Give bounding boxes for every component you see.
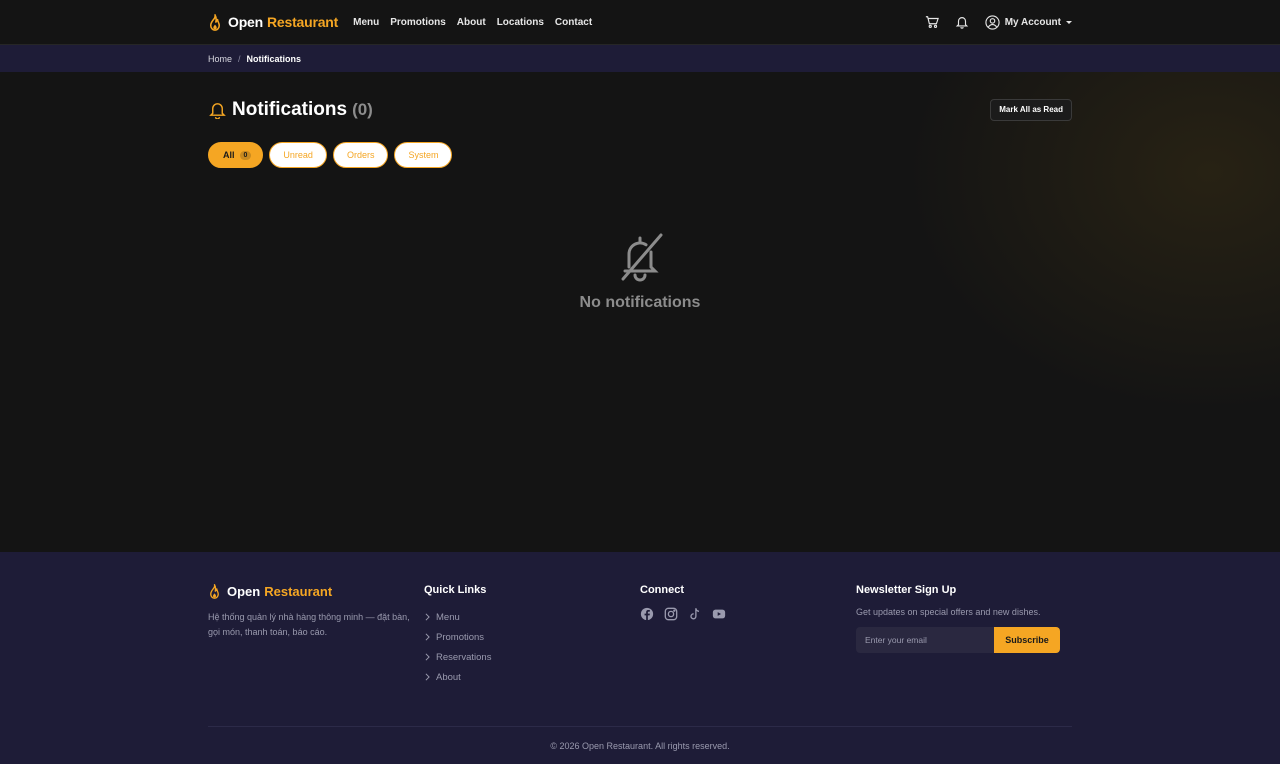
- user-circle-icon: [985, 14, 1000, 30]
- footer-link-label: Promotions: [436, 631, 485, 643]
- flame-icon: [210, 584, 219, 599]
- account-menu[interactable]: My Account: [985, 14, 1072, 30]
- footer-link-about[interactable]: About: [424, 667, 640, 687]
- tab-all[interactable]: All 0: [208, 142, 264, 168]
- social-links: [640, 607, 856, 621]
- footer-link-label: Reservations: [436, 651, 492, 663]
- tab-label: All: [223, 150, 235, 160]
- quick-links-list: Menu Promotions Reservations About: [424, 607, 640, 687]
- footer-description: Hệ thống quản lý nhà hàng thông minh — đ…: [208, 612, 410, 637]
- account-label: My Account: [1004, 16, 1061, 28]
- cart-icon[interactable]: [925, 15, 939, 29]
- empty-state: No notifications: [0, 229, 1280, 312]
- footer-brand-word-open: Open: [227, 584, 261, 599]
- tab-system[interactable]: System: [394, 142, 453, 168]
- top-navbar: Open Restaurant Menu Promotions About Lo…: [0, 0, 1280, 45]
- newsletter-heading: Newsletter Sign Up: [856, 584, 957, 596]
- chevron-right-icon: [425, 653, 430, 661]
- mark-all-read-button[interactable]: Mark All as Read: [990, 98, 1072, 121]
- footer-link-menu[interactable]: Menu: [424, 607, 640, 627]
- empty-state-text: No notifications: [579, 294, 701, 311]
- bell-icon[interactable]: [955, 15, 969, 29]
- nav-link-contact[interactable]: Contact: [555, 17, 592, 28]
- breadcrumb-home[interactable]: Home: [208, 54, 232, 64]
- footer-brand-word-restaurant: Restaurant: [264, 584, 333, 599]
- main-content: Notifications (0) Mark All as Read All 0…: [0, 72, 1280, 552]
- footer-link-label: About: [436, 671, 461, 683]
- caret-down-icon: [1066, 20, 1072, 24]
- nav-link-menu[interactable]: Menu: [353, 17, 379, 28]
- tab-orders[interactable]: Orders: [332, 142, 389, 168]
- copyright: © 2026 Open Restaurant. All rights reser…: [208, 726, 1072, 764]
- main-nav: Menu Promotions About Locations Contact: [353, 17, 603, 28]
- newsletter-text: Get updates on special offers and new di…: [856, 607, 1041, 617]
- site-footer: Open Restaurant Hệ thống quản lý nhà hàn…: [0, 552, 1280, 764]
- tab-count-badge: 0: [239, 150, 252, 160]
- subscribe-button[interactable]: Subscribe: [994, 627, 1060, 653]
- flame-icon: [209, 13, 221, 31]
- footer-link-label: Menu: [436, 611, 460, 623]
- filter-tabs: All 0 Unread Orders System: [208, 142, 1072, 168]
- nav-link-locations[interactable]: Locations: [497, 17, 544, 28]
- connect-heading: Connect: [640, 584, 684, 596]
- page-title: Notifications: [232, 98, 348, 120]
- newsletter-form: Subscribe: [856, 627, 1060, 653]
- notification-count: (0): [352, 99, 373, 119]
- breadcrumb-current: Notifications: [246, 53, 302, 64]
- footer-brand[interactable]: Open Restaurant: [208, 584, 424, 599]
- tiktok-icon[interactable]: [688, 607, 702, 621]
- nav-link-promotions[interactable]: Promotions: [390, 17, 446, 28]
- chevron-right-icon: [425, 673, 430, 681]
- footer-link-reservations[interactable]: Reservations: [424, 647, 640, 667]
- quick-links-heading: Quick Links: [424, 584, 487, 596]
- breadcrumb-separator: /: [238, 53, 241, 64]
- bell-slash-icon: [621, 233, 663, 282]
- brand-word-open: Open: [228, 14, 263, 30]
- chevron-right-icon: [425, 633, 430, 641]
- nav-link-about[interactable]: About: [457, 17, 486, 28]
- youtube-icon[interactable]: [712, 607, 726, 621]
- breadcrumb: Home / Notifications: [0, 45, 1280, 72]
- tab-unread[interactable]: Unread: [269, 142, 327, 168]
- email-field[interactable]: [856, 627, 994, 653]
- facebook-icon[interactable]: [640, 607, 654, 621]
- footer-link-promotions[interactable]: Promotions: [424, 627, 640, 647]
- brand-word-restaurant: Restaurant: [266, 14, 339, 30]
- instagram-icon[interactable]: [664, 607, 678, 621]
- brand-logo[interactable]: Open Restaurant: [208, 13, 339, 31]
- chevron-right-icon: [425, 613, 430, 621]
- bell-icon: [209, 103, 226, 119]
